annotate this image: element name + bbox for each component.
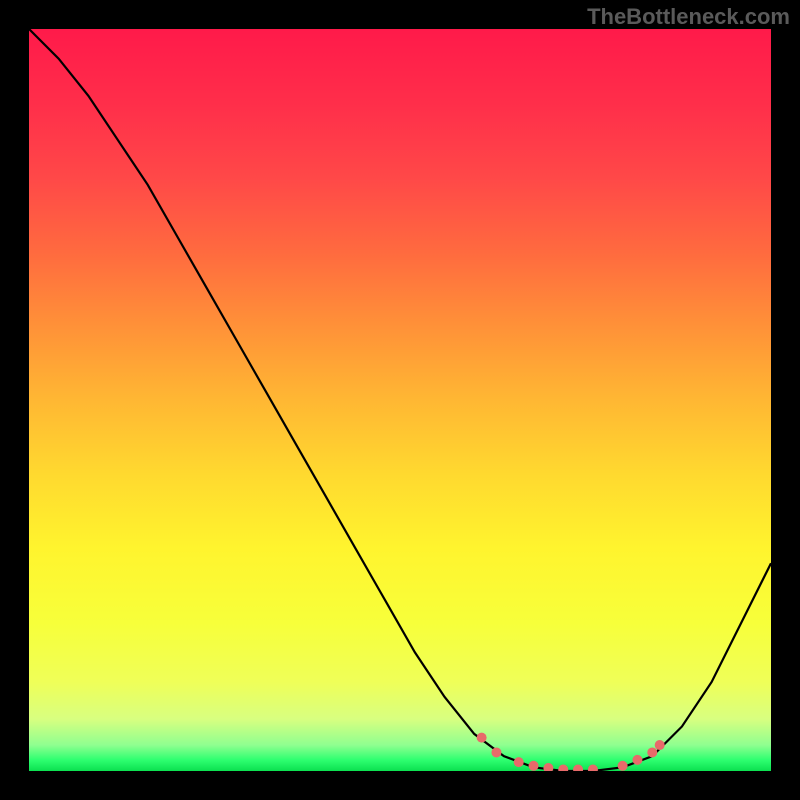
- chart-marker: [655, 740, 665, 750]
- watermark-text: TheBottleneck.com: [587, 4, 790, 30]
- chart-svg: [29, 29, 771, 771]
- chart-background: [29, 29, 771, 771]
- chart-marker: [647, 747, 657, 757]
- chart-marker: [632, 755, 642, 765]
- chart-marker: [514, 757, 524, 767]
- chart-marker: [491, 747, 501, 757]
- chart-marker: [529, 761, 539, 771]
- chart-marker: [477, 733, 487, 743]
- chart-marker: [618, 761, 628, 771]
- chart-container: TheBottleneck.com: [0, 0, 800, 800]
- plot-area: [29, 29, 771, 771]
